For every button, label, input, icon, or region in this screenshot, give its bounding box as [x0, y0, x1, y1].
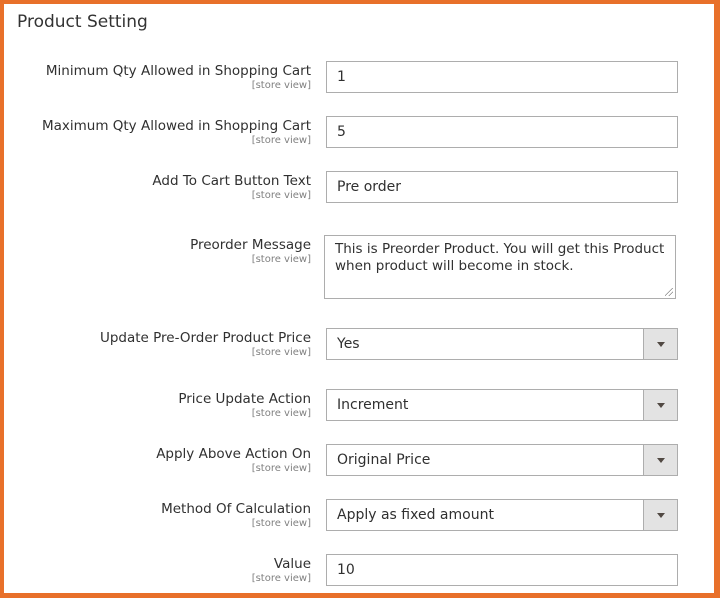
resize-grip-icon[interactable]	[665, 288, 673, 296]
preorder-message-textarea[interactable]: This is Preorder Product. You will get t…	[324, 235, 676, 299]
scope-label: [store view]	[251, 347, 311, 358]
chevron-down-icon[interactable]	[643, 500, 677, 530]
min-qty-input[interactable]: 1	[326, 61, 678, 93]
chevron-down-icon[interactable]	[643, 390, 677, 420]
field-label: Update Pre-Order Product Price [store vie…	[99, 330, 311, 358]
field-label: Minimum Qty Allowed in Shopping Cart [sto…	[45, 63, 311, 91]
field-label: Method Of Calculation [store view]	[161, 501, 311, 529]
scope-label: [store view]	[251, 190, 311, 201]
section-title: Product Setting	[17, 12, 148, 32]
price-update-action-select[interactable]: Increment	[326, 389, 678, 421]
scope-label: [store view]	[251, 573, 311, 584]
scope-label: [store view]	[251, 408, 311, 419]
value-input[interactable]: 10	[326, 554, 678, 586]
update-price-select[interactable]: Yes	[326, 328, 678, 360]
scope-label: [store view]	[251, 518, 311, 529]
textarea-text: This is Preorder Product. You will get t…	[335, 241, 665, 274]
max-qty-input[interactable]: 5	[326, 116, 678, 148]
chevron-down-icon[interactable]	[643, 329, 677, 359]
field-label: Price Update Action [store view]	[178, 391, 311, 419]
scope-label: [store view]	[251, 80, 311, 91]
field-label: Add To Cart Button Text [store view]	[152, 173, 311, 201]
scope-label: [store view]	[251, 135, 311, 146]
field-label: Preorder Message [store view]	[190, 237, 311, 265]
apply-action-on-select[interactable]: Original Price	[326, 444, 678, 476]
field-label: Value [store view]	[251, 556, 311, 584]
field-label: Maximum Qty Allowed in Shopping Cart [sto…	[41, 118, 311, 146]
chevron-down-icon[interactable]	[643, 445, 677, 475]
field-label: Apply Above Action On [store view]	[156, 446, 311, 474]
scope-label: [store view]	[251, 463, 311, 474]
method-of-calculation-select[interactable]: Apply as fixed amount	[326, 499, 678, 531]
scope-label: [store view]	[251, 254, 311, 265]
add-to-cart-text-input[interactable]: Pre order	[326, 171, 678, 203]
